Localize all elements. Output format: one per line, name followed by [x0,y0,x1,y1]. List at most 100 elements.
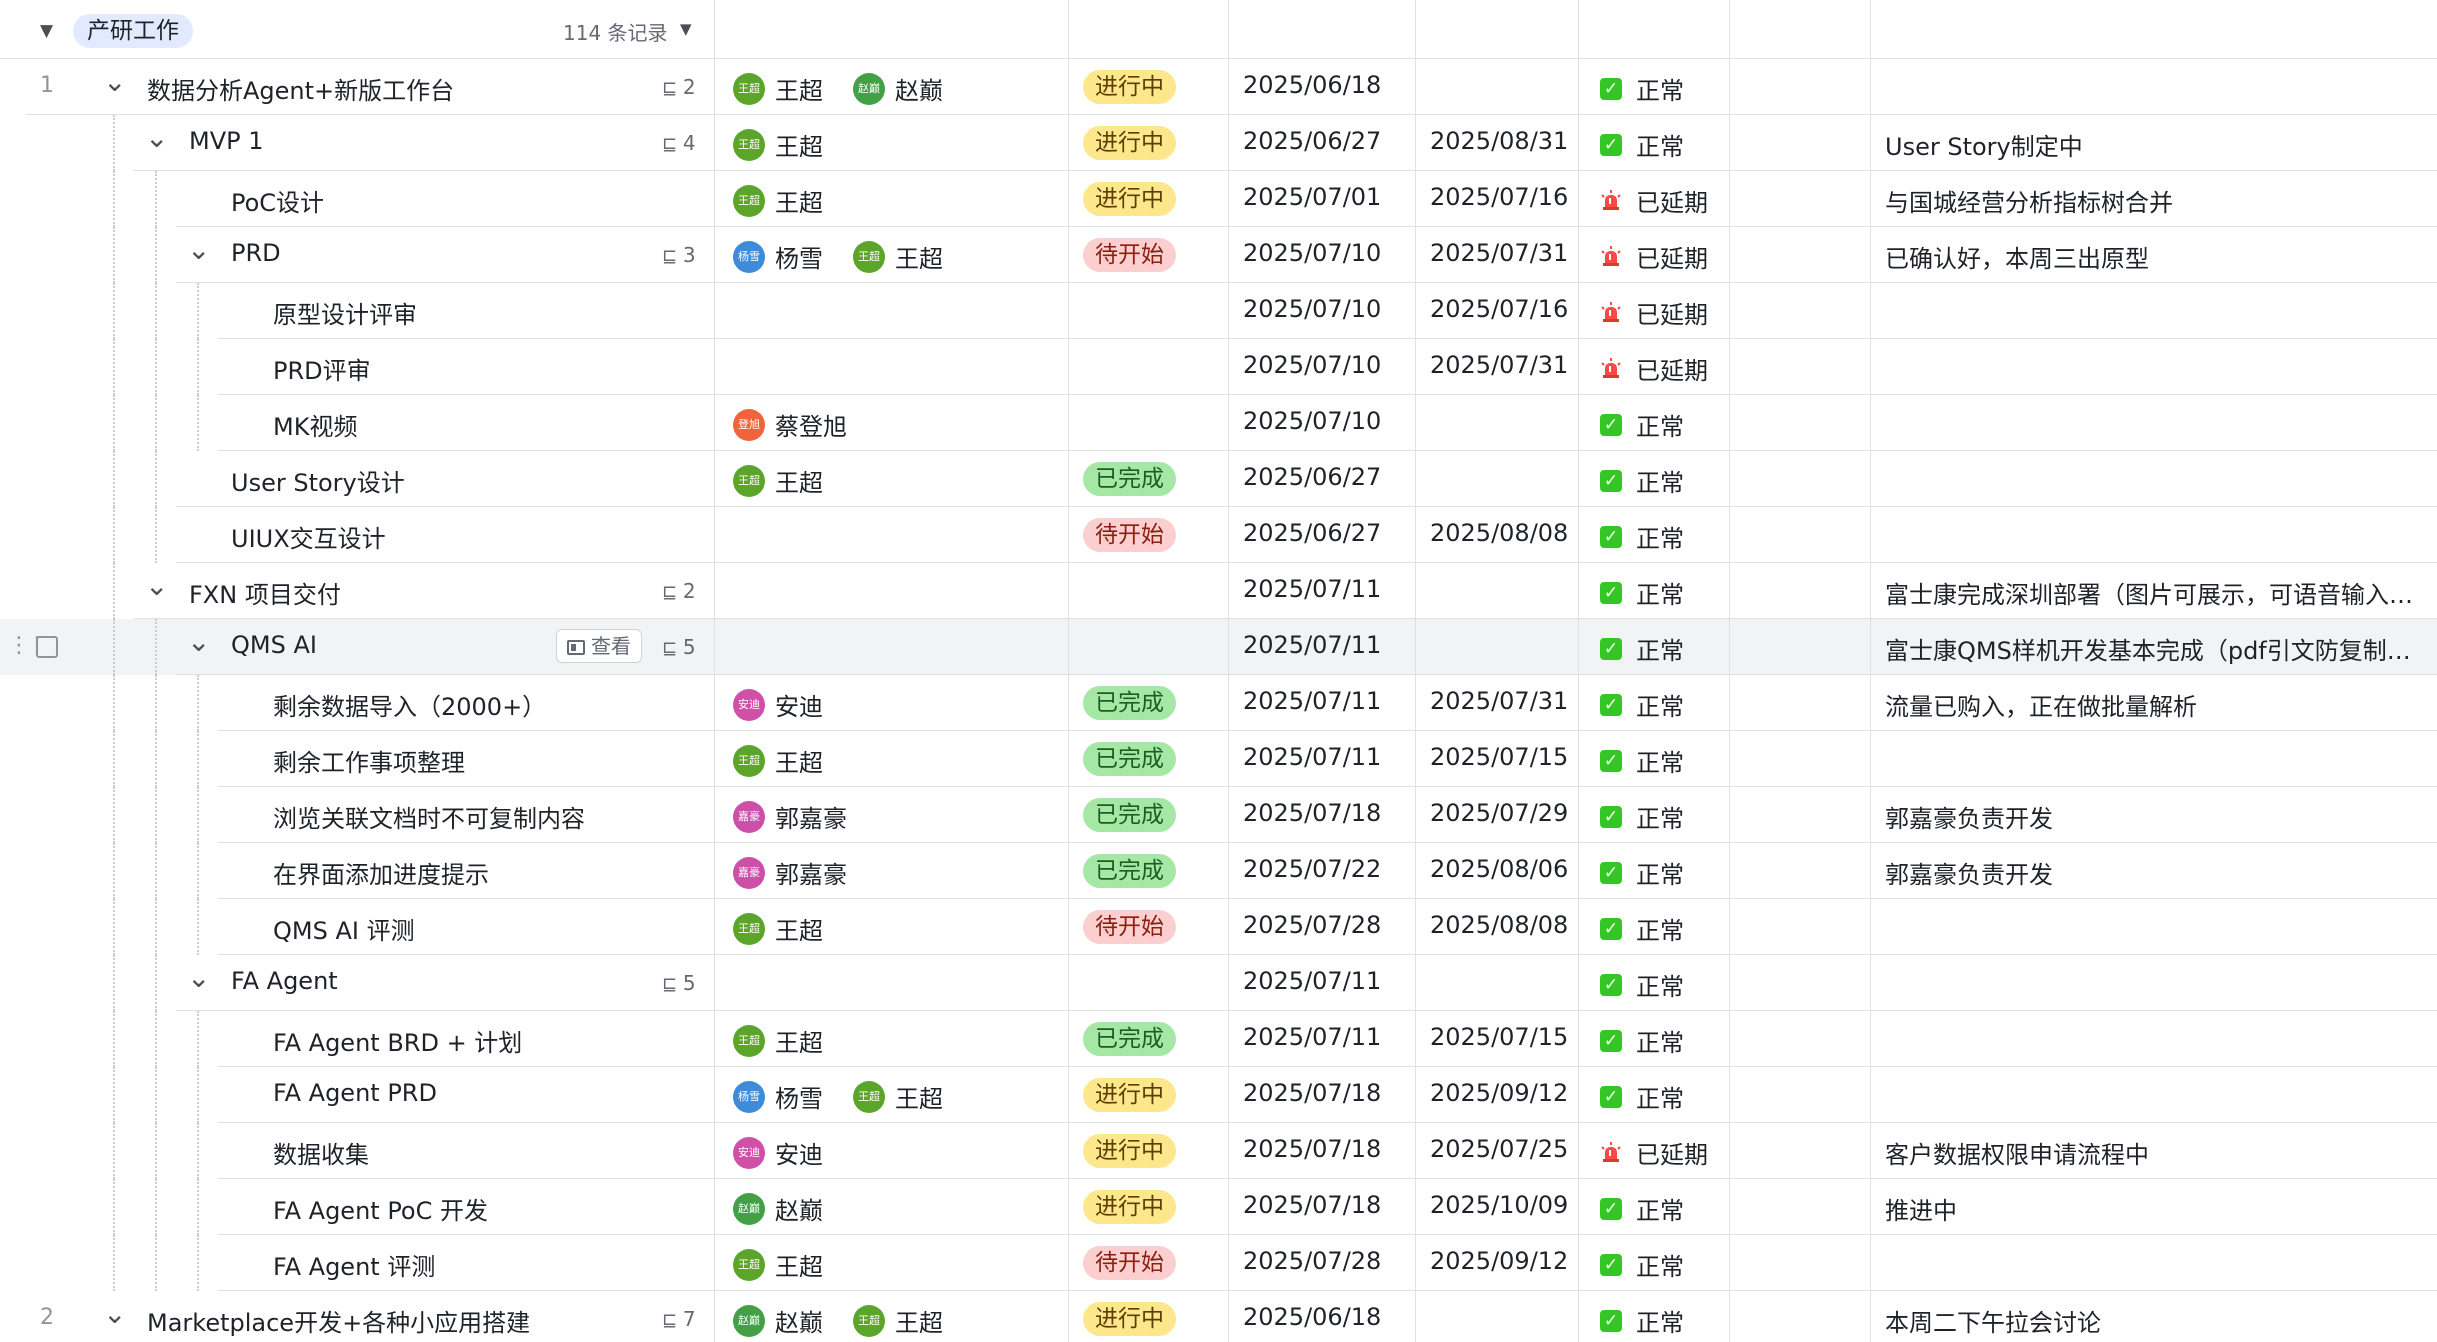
status-badge[interactable]: 进行中 [1083,1134,1176,1168]
remark-text[interactable]: 与国城经营分析指标树合并 [1885,183,2173,218]
progress-status[interactable]: 已延期 [1600,239,1708,274]
assignee[interactable]: 王超 王超 [733,127,823,161]
progress-status[interactable]: ✓ 正常 [1600,855,1684,890]
record-title[interactable]: PoC设计 [231,183,324,218]
table-row[interactable]: QMS AI 评测 王超 王超 待开始 2025/07/28 2025/08/08 ✓ 正常 [0,899,2437,955]
assignee[interactable]: 安迪 安迪 [733,687,823,721]
subtask-count[interactable]: ⊑ 2 [662,579,696,603]
record-count-dropdown-icon[interactable]: ▼ [680,20,692,38]
table-row[interactable]: FA Agent 评测 王超 王超 待开始 2025/07/28 2025/09/12 ✓ 正… [0,1235,2437,1291]
start-date[interactable]: 2025/07/28 [1243,1247,1381,1275]
progress-status[interactable]: ✓ 正常 [1600,127,1684,162]
end-date[interactable]: 2025/08/06 [1430,855,1568,883]
table-row[interactable]: 原型设计评审 2025/07/10 2025/07/16 已延期 [0,283,2437,339]
subtask-count[interactable]: ⊑ 7 [662,1307,696,1331]
table-row[interactable]: ⌄ FA Agent ⊑ 5 2025/07/11 ✓ 正常 [0,955,2437,1011]
start-date[interactable]: 2025/07/18 [1243,1135,1381,1163]
start-date[interactable]: 2025/07/11 [1243,575,1381,603]
assignee[interactable]: 王超 王超 [733,463,823,497]
progress-status[interactable]: ✓ 正常 [1600,463,1684,498]
record-title[interactable]: User Story设计 [231,463,405,498]
record-title[interactable]: UIUX交互设计 [231,519,386,554]
record-title[interactable]: FXN 项目交付 [189,575,341,610]
record-title[interactable]: PRD [231,239,281,267]
end-date[interactable]: 2025/07/15 [1430,743,1568,771]
view-record-button[interactable]: 查看 [556,629,642,663]
progress-status[interactable]: ✓ 正常 [1600,1191,1684,1226]
expand-chevron-icon[interactable]: ⌄ [187,961,210,994]
start-date[interactable]: 2025/07/10 [1243,407,1381,435]
table-row[interactable]: PoC设计 王超 王超 进行中 2025/07/01 2025/07/16 已延期 与国城经营… [0,171,2437,227]
remark-text[interactable]: User Story制定中 [1885,127,2083,162]
remark-text[interactable]: 富士康完成深圳部署（图片可展示，可语音输入… [1885,575,2413,610]
assignee[interactable]: 王超 王超 [733,1023,823,1057]
table-row[interactable]: MK视频 登旭 蔡登旭 2025/07/10 ✓ 正常 [0,395,2437,451]
expand-chevron-icon[interactable]: ⌄ [145,569,168,602]
remark-text[interactable]: 本周二下午拉会讨论 [1885,1303,2101,1338]
end-date[interactable]: 2025/08/08 [1430,519,1568,547]
status-badge[interactable]: 已完成 [1083,686,1176,720]
expand-chevron-icon[interactable]: ⌄ [103,65,126,98]
progress-status[interactable]: ✓ 正常 [1600,1247,1684,1282]
progress-status[interactable]: 已延期 [1600,351,1708,386]
record-title[interactable]: FA Agent BRD + 计划 [273,1023,522,1058]
start-date[interactable]: 2025/07/18 [1243,1191,1381,1219]
assignee[interactable]: 赵巅 赵巅 [853,71,943,105]
assignee[interactable]: 安迪 安迪 [733,1135,823,1169]
assignee[interactable]: 嘉豪 郭嘉豪 [733,855,847,889]
assignee[interactable]: 王超 王超 [733,71,823,105]
remark-text[interactable]: 郭嘉豪负责开发 [1885,855,2053,890]
subtask-count[interactable]: ⊑ 5 [662,971,696,995]
start-date[interactable]: 2025/06/27 [1243,463,1381,491]
progress-status[interactable]: ✓ 正常 [1600,631,1684,666]
expand-chevron-icon[interactable]: ⌄ [103,1297,126,1330]
expand-chevron-icon[interactable]: ⌄ [187,625,210,658]
start-date[interactable]: 2025/06/27 [1243,127,1381,155]
record-title[interactable]: 数据分析Agent+新版工作台 [147,71,454,106]
assignee[interactable]: 王超 王超 [853,1079,943,1113]
table-row[interactable]: ⋮⋮ ⌄ QMS AI 查看 ⊑ 5 2025/07/11 ✓ 正常 富士康QMS样机开发基本完… [0,619,2437,675]
table-row[interactable]: FA Agent PRD 杨雪 杨雪 王超 王超 进行中 2025/07/18 2025/09… [0,1067,2437,1123]
record-title[interactable]: 剩余工作事项整理 [273,743,465,778]
table-row[interactable]: ⌄ PRD ⊑ 3 杨雪 杨雪 王超 王超 待开始 2025/07/10 2025/07/31 已延… [0,227,2437,283]
status-badge[interactable]: 待开始 [1083,1246,1176,1280]
assignee[interactable]: 嘉豪 郭嘉豪 [733,799,847,833]
end-date[interactable]: 2025/09/12 [1430,1079,1568,1107]
table-row[interactable]: 在界面添加进度提示 嘉豪 郭嘉豪 已完成 2025/07/22 2025/08/06 ✓ 正常… [0,843,2437,899]
start-date[interactable]: 2025/06/18 [1243,71,1381,99]
progress-status[interactable]: 已延期 [1600,183,1708,218]
subtask-count[interactable]: ⊑ 5 [662,635,696,659]
record-title[interactable]: 在界面添加进度提示 [273,855,489,890]
start-date[interactable]: 2025/07/22 [1243,855,1381,883]
table-row[interactable]: ⌄ MVP 1 ⊑ 4 王超 王超 进行中 2025/06/27 2025/08/31 ✓ 正常 U… [0,115,2437,171]
status-badge[interactable]: 进行中 [1083,182,1176,216]
progress-status[interactable]: ✓ 正常 [1600,799,1684,834]
end-date[interactable]: 2025/07/16 [1430,295,1568,323]
assignee[interactable]: 王超 王超 [733,743,823,777]
remark-text[interactable]: 郭嘉豪负责开发 [1885,799,2053,834]
start-date[interactable]: 2025/06/18 [1243,1303,1381,1331]
record-title[interactable]: FA Agent [231,967,338,995]
group-header[interactable]: ▼ 产研工作 114 条记录 ▼ [0,0,2437,59]
progress-status[interactable]: 已延期 [1600,295,1708,330]
status-badge[interactable]: 已完成 [1083,798,1176,832]
progress-status[interactable]: ✓ 正常 [1600,519,1684,554]
remark-text[interactable]: 已确认好，本周三出原型 [1885,239,2149,274]
status-badge[interactable]: 已完成 [1083,1022,1176,1056]
remark-text[interactable]: 富士康QMS样机开发基本完成（pdf引文防复制… [1885,631,2411,666]
table-row[interactable]: FA Agent BRD + 计划 王超 王超 已完成 2025/07/11 2025/0… [0,1011,2437,1067]
progress-status[interactable]: ✓ 正常 [1600,71,1684,106]
record-title[interactable]: 剩余数据导入（2000+） [273,687,546,722]
remark-text[interactable]: 流量已购入，正在做批量解析 [1885,687,2197,722]
record-title[interactable]: MVP 1 [189,127,264,155]
subtask-count[interactable]: ⊑ 2 [662,75,696,99]
status-badge[interactable]: 已完成 [1083,462,1176,496]
remark-text[interactable]: 推进中 [1885,1191,1957,1226]
end-date[interactable]: 2025/10/09 [1430,1191,1568,1219]
record-title[interactable]: FA Agent 评测 [273,1247,435,1282]
table-row[interactable]: PRD评审 2025/07/10 2025/07/31 已延期 [0,339,2437,395]
table-row[interactable]: 数据收集 安迪 安迪 进行中 2025/07/18 2025/07/25 已延期 客户数据权限… [0,1123,2437,1179]
start-date[interactable]: 2025/07/11 [1243,631,1381,659]
progress-status[interactable]: ✓ 正常 [1600,1303,1684,1338]
remark-text[interactable]: 客户数据权限申请流程中 [1885,1135,2149,1170]
